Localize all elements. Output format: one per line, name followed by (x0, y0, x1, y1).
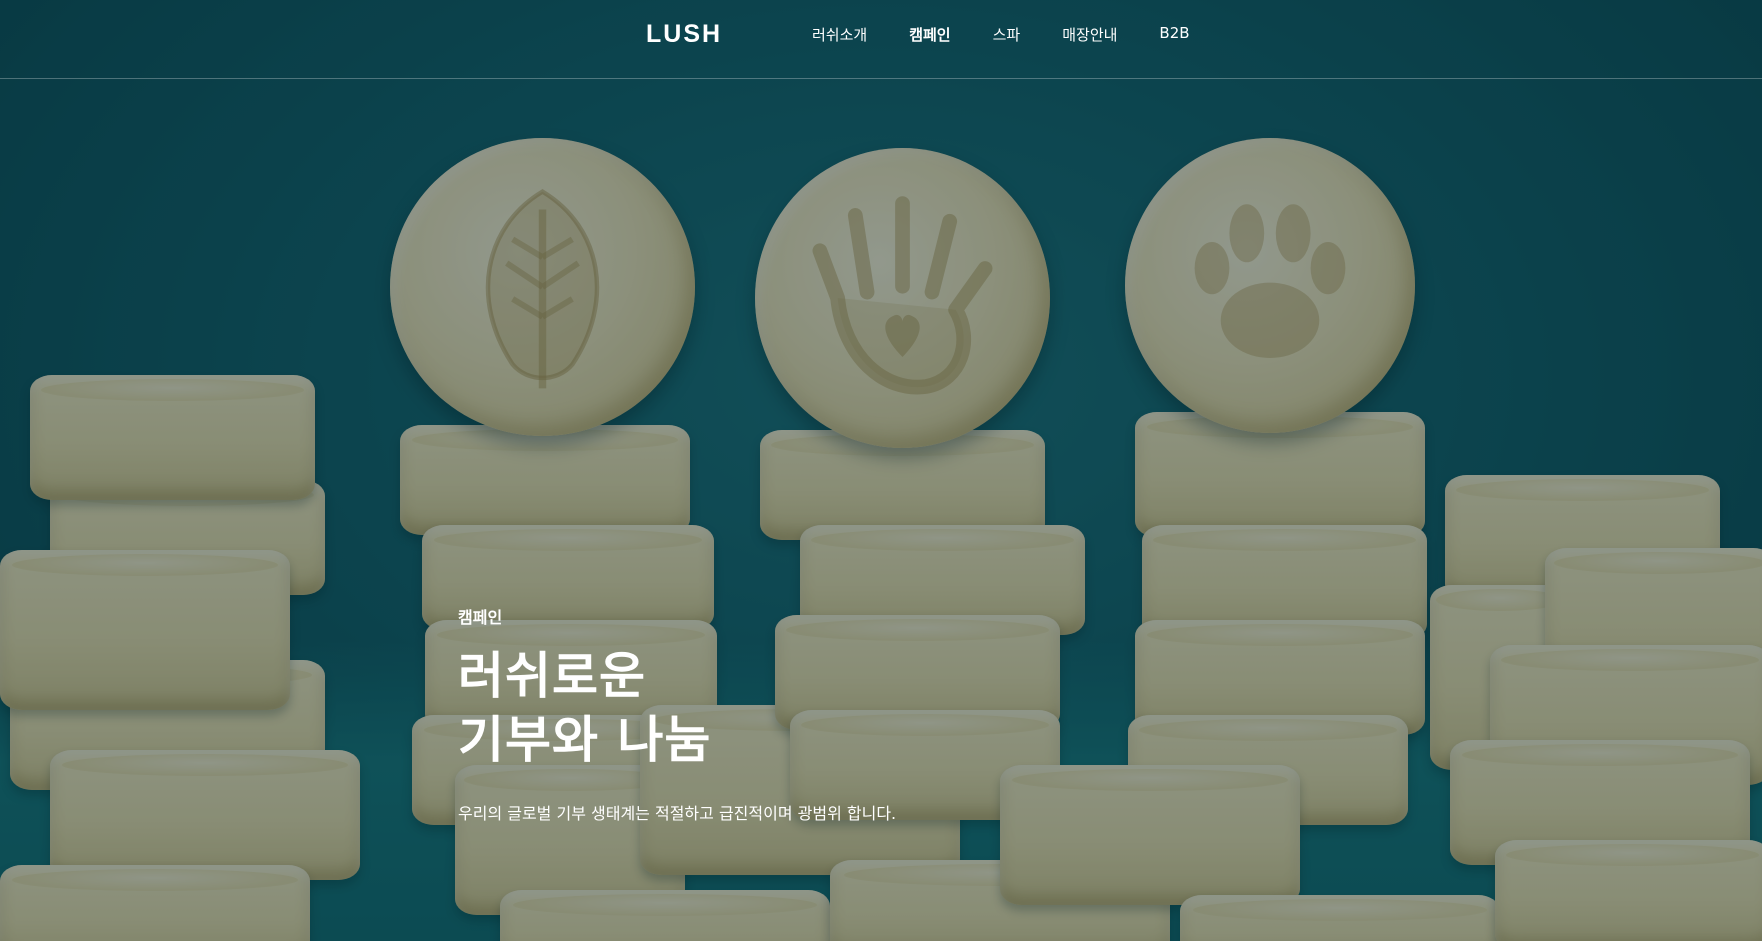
nav-item-about[interactable]: 러쉬소개 (812, 24, 867, 45)
hero-section: 캠페인 러쉬로운 기부와 나눔 우리의 글로벌 기부 생태계는 적절하고 급진적… (458, 604, 896, 824)
site-header: LUSH 러쉬소개 캠페인 스파 매장안내 B2B (0, 0, 1762, 79)
hero-title: 러쉬로운 기부와 나눔 (458, 644, 896, 772)
hero-title-line1: 러쉬로운 (458, 647, 646, 705)
nav-item-stores[interactable]: 매장안내 (1062, 24, 1117, 45)
lush-logo[interactable]: LUSH (646, 20, 722, 49)
nav-item-campaign[interactable]: 캠페인 (909, 24, 950, 45)
hero-title-line2: 기부와 나눔 (458, 711, 712, 769)
hero-description: 우리의 글로벌 기부 생태계는 적절하고 급진적이며 광범위 합니다. (458, 804, 897, 823)
nav-item-b2b[interactable]: B2B (1159, 24, 1189, 45)
main-nav: 러쉬소개 캠페인 스파 매장안내 B2B (812, 24, 1232, 45)
hero-eyebrow: 캠페인 (458, 608, 503, 627)
nav-item-spa[interactable]: 스파 (993, 24, 1021, 45)
